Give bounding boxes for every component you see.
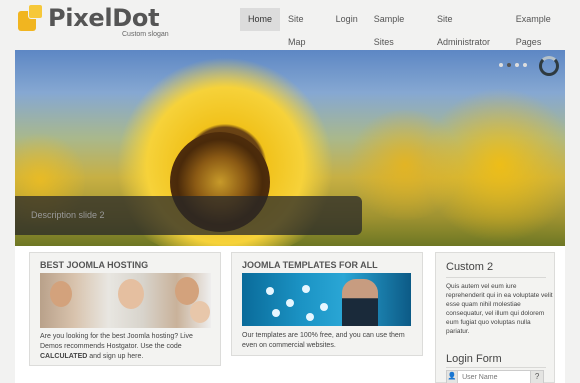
nav-login[interactable]: Login bbox=[328, 8, 366, 31]
hosting-module-title: BEST JOOMLA HOSTING bbox=[40, 260, 149, 270]
templates-module-title: JOOMLA TEMPLATES FOR ALL bbox=[242, 260, 378, 270]
username-input[interactable] bbox=[458, 370, 532, 383]
header: PixelDot Custom slogan Home Site Map Log… bbox=[0, 0, 580, 47]
user-icon: 👤 bbox=[446, 370, 459, 383]
slide-caption: Description slide 2 bbox=[15, 196, 362, 235]
custom-module-text: Quis autem vel eum iure reprehenderit qu… bbox=[446, 283, 553, 335]
slide-image-bokeh bbox=[425, 80, 565, 246]
slider-timer-icon bbox=[539, 56, 559, 76]
slide-caption-text: Description slide 2 bbox=[31, 210, 105, 220]
hosting-team-image bbox=[40, 273, 211, 328]
main-content: BEST JOOMLA HOSTING Are you looking for … bbox=[15, 246, 565, 383]
nav-example-pages[interactable]: Example Pages bbox=[508, 8, 580, 47]
login-form-title: Login Form bbox=[446, 353, 502, 365]
slider-dot-active[interactable] bbox=[507, 63, 511, 67]
hosting-code: CALCULATED bbox=[40, 353, 88, 360]
help-icon[interactable]: ? bbox=[531, 370, 544, 383]
nav-site-map[interactable]: Site Map bbox=[280, 8, 328, 47]
hero-slider[interactable]: Description slide 2 bbox=[15, 50, 565, 246]
nav-sample-sites[interactable]: Sample Sites bbox=[366, 8, 429, 47]
hosting-module-text: Are you looking for the best Joomla host… bbox=[40, 333, 193, 360]
custom-module: Custom 2 Quis autem vel eum iure reprehe… bbox=[435, 252, 555, 383]
templates-network-image bbox=[242, 273, 411, 326]
nav-home[interactable]: Home bbox=[240, 8, 281, 31]
site-brand[interactable]: PixelDot bbox=[48, 4, 160, 32]
main-nav: Home Site Map Login Sample Sites Site Ad… bbox=[240, 8, 580, 47]
divider bbox=[446, 277, 546, 278]
slider-dot[interactable] bbox=[523, 63, 527, 67]
site-slogan: Custom slogan bbox=[122, 31, 169, 38]
slider-dot[interactable] bbox=[499, 63, 503, 67]
templates-module: JOOMLA TEMPLATES FOR ALL Our templates a… bbox=[231, 252, 423, 356]
nav-site-administrator[interactable]: Site Administrator bbox=[429, 8, 508, 47]
logo-icon[interactable] bbox=[18, 5, 44, 33]
login-username-group: 👤 ? bbox=[446, 370, 544, 383]
templates-module-text: Our templates are 100% free, and you can… bbox=[242, 332, 405, 349]
slider-dot[interactable] bbox=[515, 63, 519, 67]
divider bbox=[446, 367, 546, 368]
hosting-module: BEST JOOMLA HOSTING Are you looking for … bbox=[29, 252, 221, 366]
slider-dots bbox=[499, 63, 527, 67]
custom-module-title: Custom 2 bbox=[446, 261, 494, 273]
